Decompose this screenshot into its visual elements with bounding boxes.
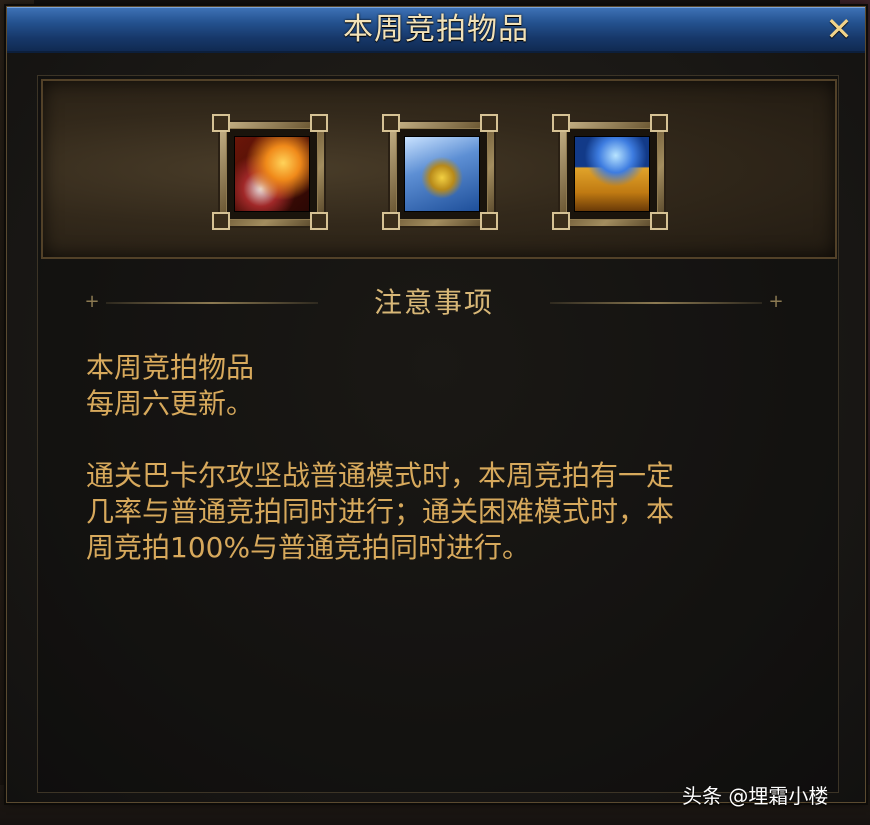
- title-bar[interactable]: 本周竞拍物品 ✕: [7, 7, 865, 53]
- notice-body: 本周竞拍物品 每周六更新。 通关巴卡尔攻坚战普通模式时，本周竞拍有一定 几率与普…: [86, 350, 796, 566]
- slot-corner: [382, 212, 400, 230]
- slot-corner: [552, 212, 570, 230]
- notice-line: 周竞拍100%与普通竞拍同时进行。: [86, 531, 531, 564]
- item-slot-3[interactable]: [552, 114, 668, 230]
- notice-line: 每周六更新。: [86, 387, 255, 420]
- close-button[interactable]: ✕: [823, 13, 855, 45]
- watermark: 头条 @埋霜小楼: [682, 784, 829, 808]
- treasure-chest-icon: [574, 136, 650, 212]
- slot-corner: [650, 114, 668, 132]
- window-title: 本周竞拍物品: [343, 12, 529, 47]
- slot-corner: [552, 114, 570, 132]
- item-slot-1[interactable]: [212, 114, 328, 230]
- slot-corner: [650, 212, 668, 230]
- notice-header: + 注意事项 +: [84, 283, 784, 323]
- notice-line: 几率与普通竞拍同时进行；通关困难模式时，本: [86, 495, 675, 528]
- flame-relic-icon: [234, 136, 310, 212]
- slot-corner: [212, 114, 230, 132]
- slot-corner: [310, 114, 328, 132]
- slot-corner: [382, 114, 400, 132]
- notice-line: 本周竞拍物品: [86, 351, 255, 384]
- slot-corner: [212, 212, 230, 230]
- divider-line: [550, 302, 762, 304]
- gold-ticket-icon: [404, 136, 480, 212]
- slot-corner: [310, 212, 328, 230]
- notice-line: 通关巴卡尔攻坚战普通模式时，本周竞拍有一定: [86, 459, 675, 492]
- slot-corner: [480, 212, 498, 230]
- plus-ornament-icon: +: [768, 291, 784, 312]
- slot-corner: [480, 114, 498, 132]
- item-slot-2[interactable]: [382, 114, 498, 230]
